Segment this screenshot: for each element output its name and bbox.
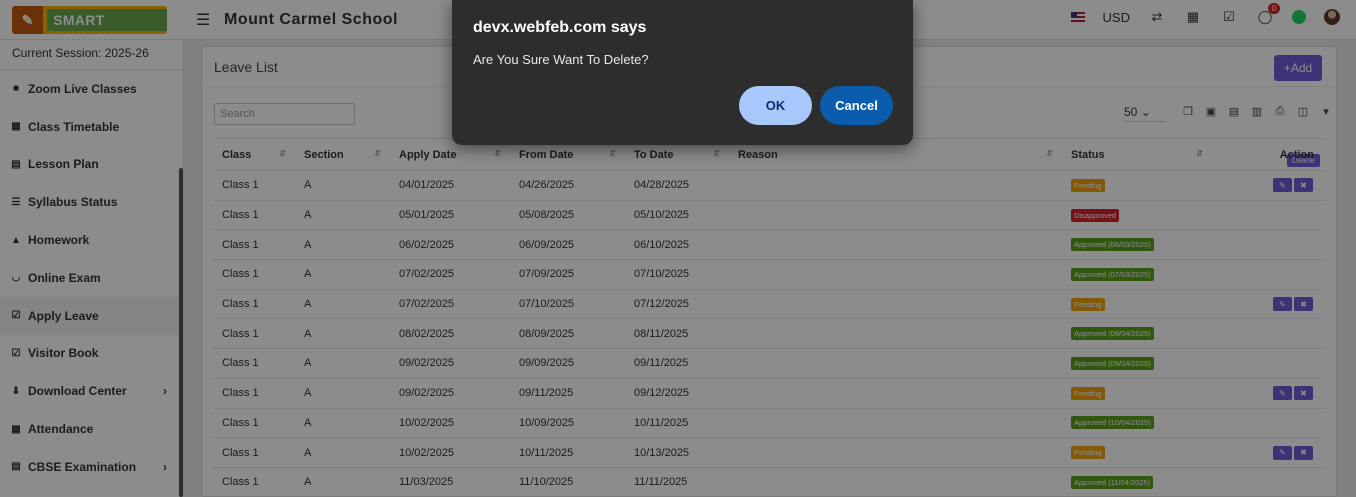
ok-button[interactable]: OK: [739, 86, 812, 125]
dialog-message: Are You Sure Want To Delete?: [473, 52, 649, 67]
cancel-button[interactable]: Cancel: [820, 86, 893, 125]
confirm-dialog: devx.webfeb.com says Are You Sure Want T…: [452, 0, 913, 145]
dialog-title: devx.webfeb.com says: [473, 19, 647, 36]
